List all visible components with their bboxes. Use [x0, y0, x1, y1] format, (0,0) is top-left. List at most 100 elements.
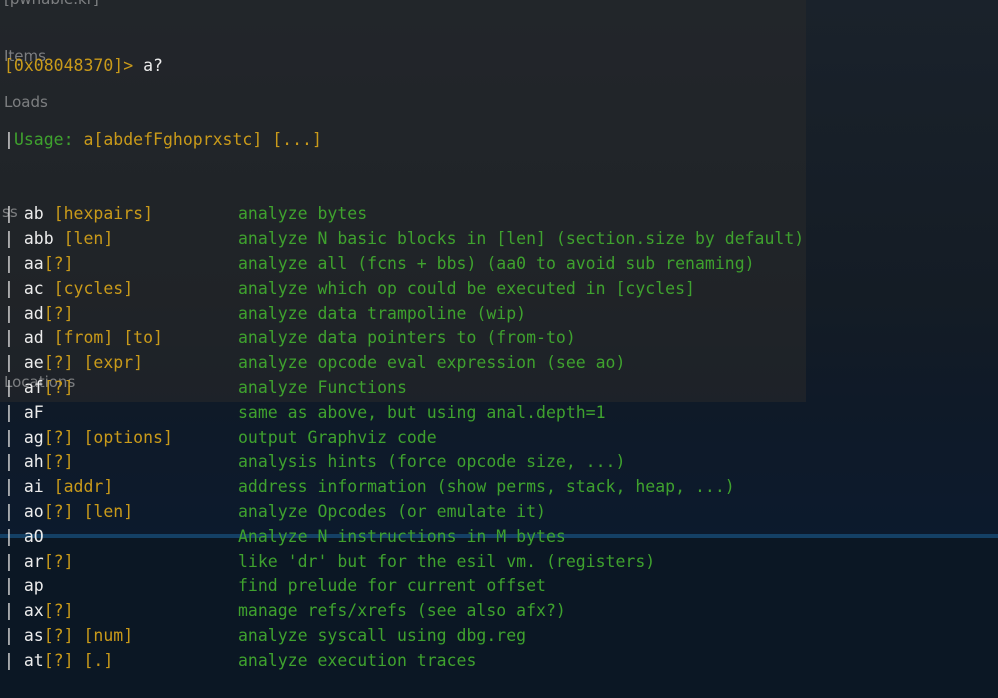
command-description: analyze data pointers to (from-to): [238, 328, 576, 348]
command-description: Analyze N instructions in M bytes: [238, 526, 566, 546]
pipe-glyph: |: [4, 650, 24, 670]
command-name: ad: [23, 328, 44, 348]
command-description: find prelude for current offset: [238, 576, 546, 596]
command-args: [?]: [43, 377, 74, 397]
command-args: [from] [to]: [43, 328, 163, 348]
command-description: analyze N basic blocks in [len] (section…: [238, 229, 805, 249]
help-row: | as[?] [num] analyze syscall using dbg.r…: [4, 624, 994, 649]
command-name: ab: [23, 204, 44, 224]
command-args: [?] [options]: [43, 427, 173, 447]
pipe-glyph: |: [4, 129, 14, 149]
typed-command: a?: [143, 55, 163, 75]
command-args: [len]: [53, 229, 114, 249]
pipe-glyph: |: [4, 551, 24, 571]
terminal-output[interactable]: [0x08048370]> a? |Usage: a[abdefFghoprxs…: [4, 4, 994, 698]
command-args: [?] [num]: [43, 625, 134, 645]
command-description: manage refs/xrefs (see also afx?): [238, 601, 566, 621]
help-row: | ac [cycles] analyze which op could be e…: [4, 277, 994, 302]
command-name: ad: [23, 303, 44, 323]
command-args: [?] [expr]: [43, 353, 144, 373]
pipe-glyph: |: [4, 278, 24, 298]
pipe-glyph: |: [4, 526, 24, 546]
help-rows: | ab [hexpairs] analyze bytes | abb [len] a…: [4, 202, 994, 673]
command-name: at: [23, 650, 44, 670]
command-args: [?]: [43, 253, 74, 273]
command-description: analyze execution traces: [238, 650, 477, 670]
command-name: ai: [23, 477, 44, 497]
pipe-glyph: |: [4, 477, 24, 497]
prompt-line: [0x08048370]> a?: [4, 54, 994, 79]
pipe-glyph: |: [4, 427, 24, 447]
command-args: [addr]: [43, 477, 114, 497]
command-name: ap: [23, 576, 44, 596]
help-row: | ax[?] manage refs/xrefs (see also afx?): [4, 599, 994, 624]
pipe-glyph: |: [4, 601, 24, 621]
command-description: analyze bytes: [238, 204, 368, 224]
pipe-glyph: |: [4, 402, 24, 422]
help-row: | aO Analyze N instructions in M bytes: [4, 525, 994, 550]
pipe-glyph: |: [4, 328, 24, 348]
help-row: | ab [hexpairs] analyze bytes: [4, 202, 994, 227]
pipe-glyph: |: [4, 576, 24, 596]
help-row: | ai [addr] address information (show per…: [4, 475, 994, 500]
command-name: aF: [23, 402, 44, 422]
pipe-glyph: |: [4, 501, 24, 521]
command-name: abb: [23, 229, 54, 249]
command-args: [?]: [43, 551, 74, 571]
help-row: | ao[?] [len] analyze Opcodes (or emulate…: [4, 500, 994, 525]
command-name: ah: [23, 452, 44, 472]
help-row: | af[?] analyze Functions: [4, 376, 994, 401]
help-row: | ah[?] analysis hints (force opcode size…: [4, 450, 994, 475]
pipe-glyph: |: [4, 204, 24, 224]
command-name: ag: [23, 427, 44, 447]
r2-prompt: [0x08048370]>: [4, 55, 144, 75]
command-name: aO: [23, 526, 44, 546]
command-name: ar: [23, 551, 44, 571]
command-name: af: [23, 377, 44, 397]
command-name: ao: [23, 501, 44, 521]
command-description: analyze which op could be executed in [c…: [238, 278, 695, 298]
command-description: analyze opcode eval expression (see ao): [238, 353, 626, 373]
pipe-glyph: |: [4, 625, 24, 645]
usage-prefix: Usage:: [13, 129, 84, 149]
help-row: | ag[?] [options] output Graphviz code: [4, 426, 994, 451]
command-description: analysis hints (force opcode size, ...): [238, 452, 626, 472]
command-description: output Graphviz code: [238, 427, 437, 447]
pipe-glyph: |: [4, 377, 24, 397]
command-name: as: [23, 625, 44, 645]
command-description: analyze data trampoline (wip): [238, 303, 527, 323]
command-args: [?] [len]: [43, 501, 134, 521]
command-name: aa: [23, 253, 44, 273]
command-args: [?]: [43, 452, 74, 472]
command-description: like 'dr' but for the esil vm. (register…: [238, 551, 656, 571]
command-args: [?] [.]: [43, 650, 114, 670]
pipe-glyph: |: [4, 303, 24, 323]
command-args: [cycles]: [43, 278, 134, 298]
pipe-glyph: |: [4, 253, 24, 273]
command-args: [hexpairs]: [43, 204, 154, 224]
help-row: | ap find prelude for current offset: [4, 574, 994, 599]
command-description: address information (show perms, stack, …: [238, 477, 735, 497]
help-row: | at[?] [.] analyze execution traces: [4, 649, 994, 674]
command-name: ax: [23, 601, 44, 621]
command-description: analyze Opcodes (or emulate it): [238, 501, 546, 521]
help-row: | ar[?] like 'dr' but for the esil vm. (r…: [4, 550, 994, 575]
pipe-glyph: |: [4, 229, 24, 249]
help-row: | ad[?] analyze data trampoline (wip): [4, 302, 994, 327]
command-description: analyze syscall using dbg.reg: [238, 625, 527, 645]
command-name: ae: [23, 353, 44, 373]
help-row: | ae[?] [expr] analyze opcode eval expres…: [4, 351, 994, 376]
command-name: ac: [23, 278, 44, 298]
help-row: | aF same as above, but using anal.depth=…: [4, 401, 994, 426]
command-args: [?]: [43, 601, 74, 621]
help-row: | ad [from] [to] analyze data pointers to…: [4, 326, 994, 351]
command-description: analyze Functions: [238, 377, 407, 397]
pipe-glyph: |: [4, 353, 24, 373]
usage-line: |Usage: a[abdefFghoprxstc] [...]: [4, 128, 994, 153]
pipe-glyph: |: [4, 452, 24, 472]
command-description: same as above, but using anal.depth=1: [238, 402, 606, 422]
command-args: [?]: [43, 303, 74, 323]
usage-text: a[abdefFghoprxstc] [...]: [83, 129, 322, 149]
help-row: | abb [len] analyze N basic blocks in [le…: [4, 227, 994, 252]
help-row: | aa[?] analyze all (fcns + bbs) (aa0 to …: [4, 252, 994, 277]
